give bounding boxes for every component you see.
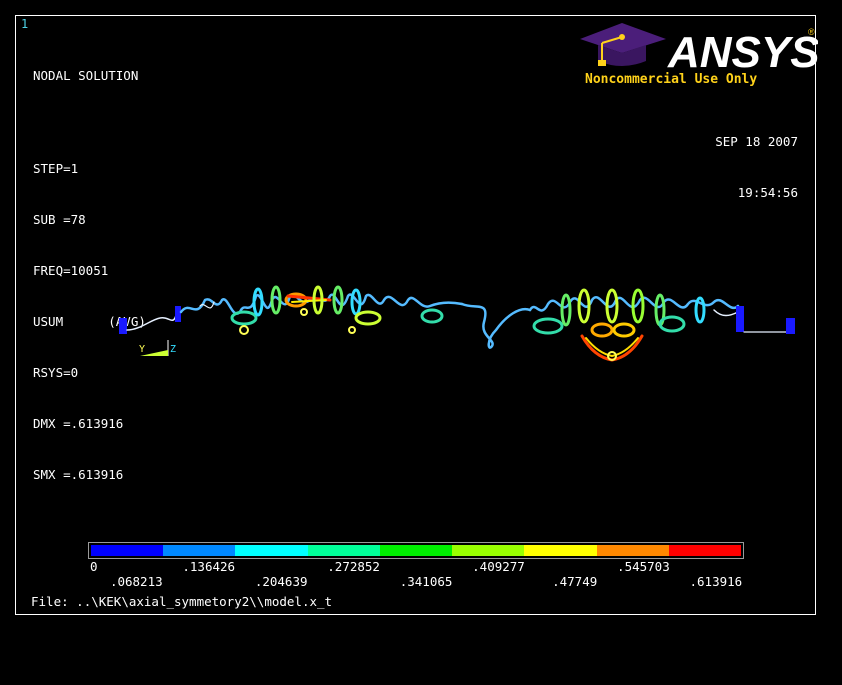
legend-tick-label: .341065 bbox=[399, 574, 453, 589]
file-path: ..\KEK\axial_symmetory2\\model.x_t bbox=[76, 594, 333, 609]
legend-swatch-8 bbox=[668, 545, 741, 556]
legend-tick-label: .272852 bbox=[327, 559, 380, 574]
legend-tick-label: .409277 bbox=[472, 559, 525, 574]
triad-y-label: Y bbox=[139, 344, 145, 355]
legend-tick-label: .47749 bbox=[552, 574, 598, 589]
legend-swatch-7 bbox=[596, 545, 669, 556]
contour-legend-bar bbox=[88, 542, 744, 559]
legend-tick-label: .545703 bbox=[617, 559, 670, 574]
fe-model bbox=[119, 285, 795, 362]
legend-tick-label: .136426 bbox=[182, 559, 236, 574]
triad-z-label: Z bbox=[170, 344, 176, 355]
coordinate-triad: Y Z bbox=[139, 340, 176, 356]
file-label: File: bbox=[31, 594, 69, 609]
legend-swatch-5 bbox=[452, 545, 525, 556]
legend-swatch-1 bbox=[163, 545, 236, 556]
legend-swatch-0 bbox=[91, 545, 164, 556]
legend-swatch-6 bbox=[524, 545, 597, 556]
legend-swatch-2 bbox=[235, 545, 308, 556]
legend-swatch-3 bbox=[307, 545, 380, 556]
legend-tick-label: .068213 bbox=[109, 574, 163, 589]
legend-tick-label: 0 bbox=[90, 559, 98, 574]
legend-tick-label: .204639 bbox=[254, 574, 308, 589]
legend-swatch-4 bbox=[379, 545, 453, 556]
legend-tick-label: .613916 bbox=[689, 574, 743, 589]
file-path-line: File: ..\KEK\axial_symmetory2\\model.x_t bbox=[31, 593, 332, 610]
